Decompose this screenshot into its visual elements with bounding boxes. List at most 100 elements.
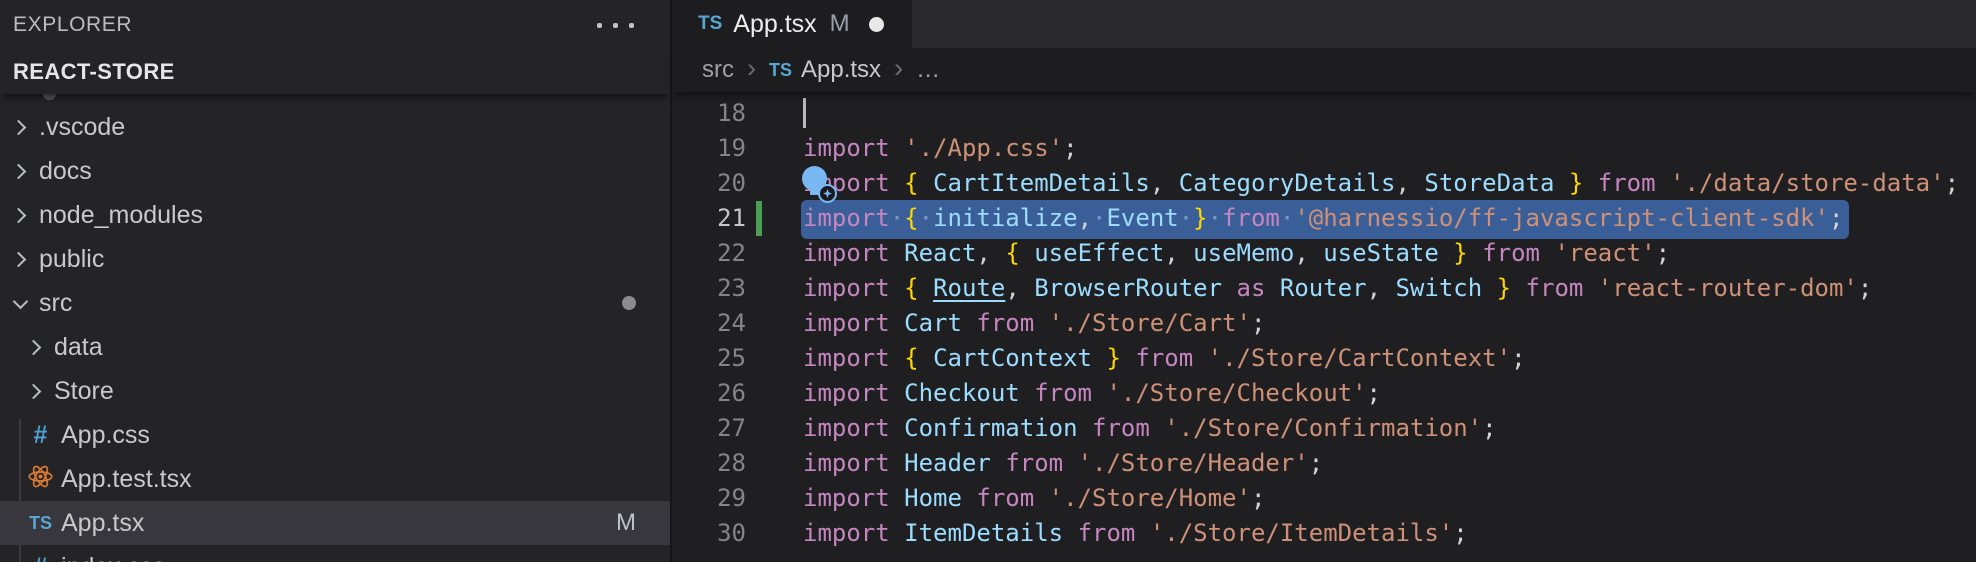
tree-item-node-modules[interactable]: node_modules xyxy=(0,193,670,237)
breadcrumb-more[interactable]: … xyxy=(916,56,940,84)
code-line-30[interactable]: 30import ItemDetails from './Store/ItemD… xyxy=(672,516,1976,551)
code-token: · xyxy=(1092,204,1106,232)
code-token xyxy=(1063,449,1077,477)
file-tree: .vscode docsnode_modulespublicsrc data Stor… xyxy=(0,94,670,562)
tree-item-label: data xyxy=(54,333,103,362)
ellipsis-icon[interactable] xyxy=(595,17,636,34)
line-number[interactable]: 28 xyxy=(672,446,746,481)
code-token: 'react-router-dom' xyxy=(1598,274,1858,302)
line-number[interactable]: 21 xyxy=(672,201,746,236)
code-token xyxy=(1034,484,1048,512)
code-text: import './App.css'; xyxy=(803,131,1078,166)
chevron-right-glyph xyxy=(11,207,27,223)
gutter xyxy=(746,446,803,481)
tree-item-label: .vscode xyxy=(39,113,125,142)
tab-bar: TS App.tsx M xyxy=(672,0,1976,48)
code-token: Confirmation xyxy=(904,414,1077,442)
line-number[interactable]: 20 xyxy=(672,166,746,201)
line-number[interactable]: 25 xyxy=(672,341,746,376)
code-editor[interactable]: 1819 import './App.css';20import { CartIt… xyxy=(672,92,1976,562)
chevron-right-icon xyxy=(27,386,43,397)
code-line-18[interactable]: 18 xyxy=(672,96,1976,131)
tree-item-app-tsx[interactable]: TSApp.tsxM xyxy=(0,501,670,545)
code-token xyxy=(1468,239,1482,267)
code-token xyxy=(962,484,976,512)
tree-item-app-css[interactable]: #App.css xyxy=(0,413,670,457)
code-token: ; xyxy=(1251,309,1265,337)
chevron-right-icon xyxy=(12,166,28,177)
code-token: ; xyxy=(1858,274,1872,302)
line-number[interactable]: 24 xyxy=(672,306,746,341)
gutter xyxy=(746,306,803,341)
code-line-23[interactable]: 23import { Route, BrowserRouter as Route… xyxy=(672,271,1976,306)
code-token xyxy=(1034,309,1048,337)
chevron-down-icon xyxy=(12,300,28,307)
code-token: · xyxy=(1179,204,1193,232)
code-token: ; xyxy=(1367,379,1381,407)
code-token: } xyxy=(1569,169,1583,197)
code-token: Switch xyxy=(1395,274,1482,302)
tree-item--vscode[interactable]: .vscode xyxy=(0,105,670,149)
tree-item-app-test-tsx[interactable]: App.test.tsx xyxy=(0,457,670,501)
tree-item-store[interactable]: Store xyxy=(0,369,670,413)
breadcrumb-folder[interactable]: src xyxy=(702,56,734,84)
code-line-21[interactable]: 21import·{·initialize,·Event·}·from·'@ha… xyxy=(672,201,1976,236)
code-token xyxy=(1092,379,1106,407)
code-token: import xyxy=(803,274,890,302)
line-number[interactable]: 19 xyxy=(672,131,746,166)
project-title: REACT-STORE xyxy=(13,59,175,85)
code-token xyxy=(890,274,904,302)
code-token xyxy=(962,309,976,337)
code-token: from xyxy=(1598,169,1656,197)
code-line-19[interactable]: 19 import './App.css'; xyxy=(672,131,1976,166)
chevron-down-glyph xyxy=(12,293,28,309)
tab-app-tsx[interactable]: TS App.tsx M xyxy=(672,0,912,48)
tree-item-index-css[interactable]: #index.css xyxy=(0,545,670,562)
tree-item-data[interactable]: data xyxy=(0,325,670,369)
code-token: './Store/Checkout' xyxy=(1106,379,1366,407)
line-number[interactable]: 18 xyxy=(672,96,746,131)
line-number[interactable]: 29 xyxy=(672,481,746,516)
tree-item-src[interactable]: src xyxy=(0,281,670,325)
git-added-gutter-bar xyxy=(756,201,762,236)
code-token: React xyxy=(904,239,976,267)
tree-item-docs[interactable]: docs xyxy=(0,149,670,193)
gutter xyxy=(746,516,803,551)
code-token: import xyxy=(803,414,890,442)
code-token xyxy=(890,484,904,512)
code-line-28[interactable]: 28import Header from './Store/Header'; xyxy=(672,446,1976,481)
code-token xyxy=(1078,414,1092,442)
line-number[interactable]: 30 xyxy=(672,516,746,551)
code-line-29[interactable]: 29import Home from './Store/Home'; xyxy=(672,481,1976,516)
code-text: import { CartContext } from './Store/Car… xyxy=(803,341,1526,376)
chevron-right-glyph xyxy=(26,383,42,399)
line-number[interactable]: 26 xyxy=(672,376,746,411)
typescript-icon: TS xyxy=(769,60,792,81)
line-number[interactable]: 27 xyxy=(672,411,746,446)
code-line-24[interactable]: 24import Cart from './Store/Cart'; xyxy=(672,306,1976,341)
breadcrumb-file[interactable]: App.tsx xyxy=(801,56,881,84)
code-token: ; xyxy=(1482,414,1496,442)
gutter xyxy=(746,376,803,411)
code-token: from xyxy=(976,484,1034,512)
code-token xyxy=(919,274,933,302)
unsaved-dot-icon[interactable] xyxy=(869,17,884,32)
code-token: · xyxy=(919,204,933,232)
line-number[interactable]: 22 xyxy=(672,236,746,271)
tree-item-public[interactable]: public xyxy=(0,237,670,281)
code-line-20[interactable]: 20import { CartItemDetails, CategoryDeta… xyxy=(672,166,1976,201)
chevron-right-glyph xyxy=(26,339,42,355)
tree-item-label: index.css xyxy=(61,553,165,562)
code-token: import xyxy=(803,239,890,267)
code-token xyxy=(1540,239,1554,267)
code-line-26[interactable]: 26import Checkout from './Store/Checkout… xyxy=(672,376,1976,411)
lightbulb-autofix-icon[interactable] xyxy=(800,166,834,200)
code-token: { xyxy=(904,274,918,302)
project-section-header[interactable]: REACT-STORE xyxy=(0,50,670,94)
line-number[interactable]: 23 xyxy=(672,271,746,306)
code-line-25[interactable]: 25 import { CartContext } from './Store/C… xyxy=(672,341,1976,376)
code-line-22[interactable]: 22import React, { useEffect, useMemo, us… xyxy=(672,236,1976,271)
code-line-27[interactable]: 27import Confirmation from './Store/Conf… xyxy=(672,411,1976,446)
code-token: as xyxy=(1237,274,1266,302)
code-token: import xyxy=(803,519,890,547)
